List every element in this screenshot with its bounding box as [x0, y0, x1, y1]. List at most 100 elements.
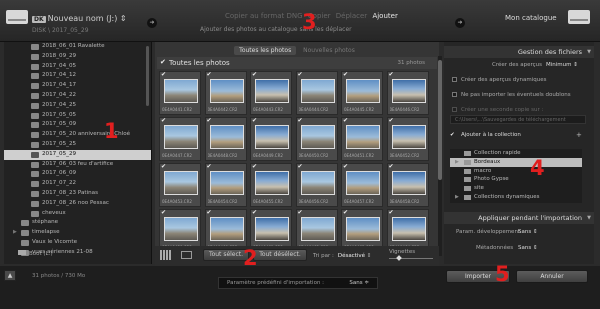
photo-thumbnail[interactable]	[209, 171, 244, 195]
photo-cell[interactable]: ✔ 0E4A0445.CR2	[341, 71, 383, 115]
photo-thumbnail[interactable]	[346, 171, 380, 195]
folder-item[interactable]: 2017_06_03 feu d'artifice	[4, 160, 151, 170]
file-handling-header[interactable]: Gestion des fichiers ▼	[444, 46, 594, 58]
folder-item[interactable]: 2017_07_22	[4, 179, 151, 189]
photo-thumbnail[interactable]	[300, 125, 335, 149]
grid-scrollbar[interactable]	[438, 56, 442, 256]
photo-cell[interactable]: ✔0E4A0461.CR2	[250, 209, 292, 251]
check-icon[interactable]: ✔	[450, 132, 455, 138]
add-collection-icon[interactable]: +	[576, 131, 582, 139]
sort-control[interactable]: Tri par : Désactivé ⇕	[313, 253, 371, 259]
folder-item[interactable]: 2017_05_05	[4, 111, 151, 121]
folder-item[interactable]: 2017_04_12	[4, 71, 151, 81]
photo-cell[interactable]: ✔ 0E4A0441.CR2	[159, 71, 201, 115]
photo-cell[interactable]: ✔ 0E4A0452.CR2	[386, 117, 429, 161]
metadata-select[interactable]: Sans ⇕	[518, 245, 538, 251]
import-preset-select[interactable]: Paramètre prédéfini d'importation : Sans…	[218, 277, 378, 289]
photo-cell[interactable]: ✔0E4A0460.CR2	[204, 209, 247, 251]
photo-checkbox-icon[interactable]: ✔	[252, 117, 257, 124]
folder-scrollbar[interactable]	[146, 46, 149, 106]
folder-item[interactable]: ▶ timelapse	[4, 228, 151, 238]
source-selector[interactable]: DK Nouveau nom (J:) ⇕	[32, 14, 127, 23]
folder-item[interactable]: 2017_06_09	[4, 169, 151, 179]
photo-thumbnail[interactable]	[255, 171, 289, 195]
photo-cell[interactable]: ✔ 0E4A0454.CR2	[204, 163, 247, 207]
folder-item[interactable]: 2017_04_17	[4, 81, 151, 91]
photo-thumbnail[interactable]	[164, 125, 198, 149]
collection-item[interactable]: ▶ Collections dynamiques	[450, 193, 582, 202]
photo-cell[interactable]: ✔ 0E4A0447.CR2	[159, 117, 201, 161]
photo-checkbox-icon[interactable]: ✔	[207, 163, 212, 170]
photo-checkbox-icon[interactable]: ✔	[343, 163, 348, 170]
photo-cell[interactable]: ✔ 0E4A0451.CR2	[341, 117, 383, 161]
photo-checkbox-icon[interactable]: ✔	[298, 209, 303, 216]
photo-checkbox-icon[interactable]: ✔	[252, 163, 257, 170]
second-copy-path[interactable]: C:\Users\...\Sauvegardes de téléchargeme…	[450, 115, 586, 124]
photo-checkbox-icon[interactable]: ✔	[389, 117, 394, 124]
photo-thumbnail[interactable]	[164, 79, 198, 103]
smart-previews-checkbox[interactable]	[452, 77, 457, 82]
folder-item[interactable]: 2017_05_25	[4, 140, 151, 150]
photo-thumbnail[interactable]	[209, 125, 244, 149]
folder-item[interactable]: Vaux le Vicomte	[4, 238, 151, 248]
expand-triangle-icon[interactable]: ▶	[455, 193, 459, 202]
apply-during-import-header[interactable]: Appliquer pendant l'importation ▼	[444, 212, 594, 224]
photo-cell[interactable]: ✔ 0E4A0450.CR2	[295, 117, 338, 161]
photo-checkbox-icon[interactable]: ✔	[161, 163, 166, 170]
photo-checkbox-icon[interactable]: ✔	[161, 71, 166, 78]
photo-cell[interactable]: ✔ 0E4A0453.CR2	[159, 163, 201, 207]
photo-checkbox-icon[interactable]: ✔	[343, 117, 348, 124]
loupe-view-icon[interactable]	[181, 251, 192, 259]
folder-item[interactable]: 2017_08_23 Patinas	[4, 189, 151, 199]
folder-item[interactable]: 2017_05_20 anniversaire Chloé	[4, 130, 151, 140]
photo-thumbnail[interactable]	[255, 79, 289, 103]
check-all-icon[interactable]: ✔	[160, 58, 166, 66]
deselect-all-button[interactable]: Tout désélect.	[253, 249, 307, 261]
photo-checkbox-icon[interactable]: ✔	[298, 163, 303, 170]
photo-thumbnail[interactable]	[255, 125, 289, 149]
photo-checkbox-icon[interactable]: ✔	[343, 209, 348, 216]
photo-checkbox-icon[interactable]: ✔	[298, 117, 303, 124]
photo-cell[interactable]: ✔0E4A0463.CR2	[341, 209, 383, 251]
photo-checkbox-icon[interactable]: ✔	[252, 71, 257, 78]
slider-knob[interactable]	[396, 255, 402, 261]
photo-checkbox-icon[interactable]: ✔	[207, 117, 212, 124]
photo-cell[interactable]: ✔0E4A0459.CR2	[159, 209, 201, 251]
no-duplicates-checkbox[interactable]	[452, 92, 457, 97]
photo-thumbnail[interactable]	[346, 217, 380, 241]
photo-thumbnail[interactable]	[300, 79, 335, 103]
photo-checkbox-icon[interactable]: ✔	[343, 71, 348, 78]
photo-thumbnail[interactable]	[255, 217, 289, 241]
photo-thumbnail[interactable]	[300, 217, 335, 241]
photo-checkbox-icon[interactable]: ✔	[252, 209, 257, 216]
photo-thumbnail[interactable]	[346, 79, 380, 103]
mode-copy-dng[interactable]: Copier au format DNG	[225, 12, 303, 20]
expand-triangle-icon[interactable]: ▶	[13, 228, 17, 238]
photo-cell[interactable]: ✔ 0E4A0446.CR2	[386, 71, 429, 115]
folder-item[interactable]: 2018_06_01 Ravalette	[4, 42, 151, 52]
photo-checkbox-icon[interactable]: ✔	[389, 163, 394, 170]
photo-cell[interactable]: ✔ 0E4A0448.CR2	[204, 117, 247, 161]
photo-cell[interactable]: ✔ 0E4A0449.CR2	[250, 117, 292, 161]
folder-item[interactable]: 2017_05_09	[4, 120, 151, 130]
photo-checkbox-icon[interactable]: ✔	[207, 71, 212, 78]
photo-checkbox-icon[interactable]: ✔	[207, 209, 212, 216]
photo-thumbnail[interactable]	[209, 79, 244, 103]
folder-item[interactable]: 2017_08_26 noo Pessac	[4, 199, 151, 209]
folder-item[interactable]: 2017_04_05	[4, 62, 151, 72]
folder-item[interactable]: 2017_05_29	[4, 149, 151, 160]
cancel-button[interactable]: Annuler	[516, 270, 588, 283]
photo-cell[interactable]: ✔ 0E4A0455.CR2	[250, 163, 292, 207]
photo-cell[interactable]: ✔ 0E4A0443.CR2	[250, 71, 292, 115]
photo-checkbox-icon[interactable]: ✔	[389, 71, 394, 78]
photo-thumbnail[interactable]	[164, 171, 198, 195]
scroll-thumb[interactable]	[438, 60, 442, 180]
mode-move[interactable]: Déplacer	[336, 12, 367, 20]
grid-view-icon[interactable]	[160, 250, 172, 260]
tab-all-photos[interactable]: Toutes les photos	[234, 46, 297, 55]
photo-checkbox-icon[interactable]: ✔	[389, 209, 394, 216]
photo-thumbnail[interactable]	[300, 171, 335, 195]
photo-cell[interactable]: ✔0E4A0464.CR2	[386, 209, 429, 251]
photo-thumbnail[interactable]	[164, 217, 198, 241]
photo-checkbox-icon[interactable]: ✔	[298, 71, 303, 78]
